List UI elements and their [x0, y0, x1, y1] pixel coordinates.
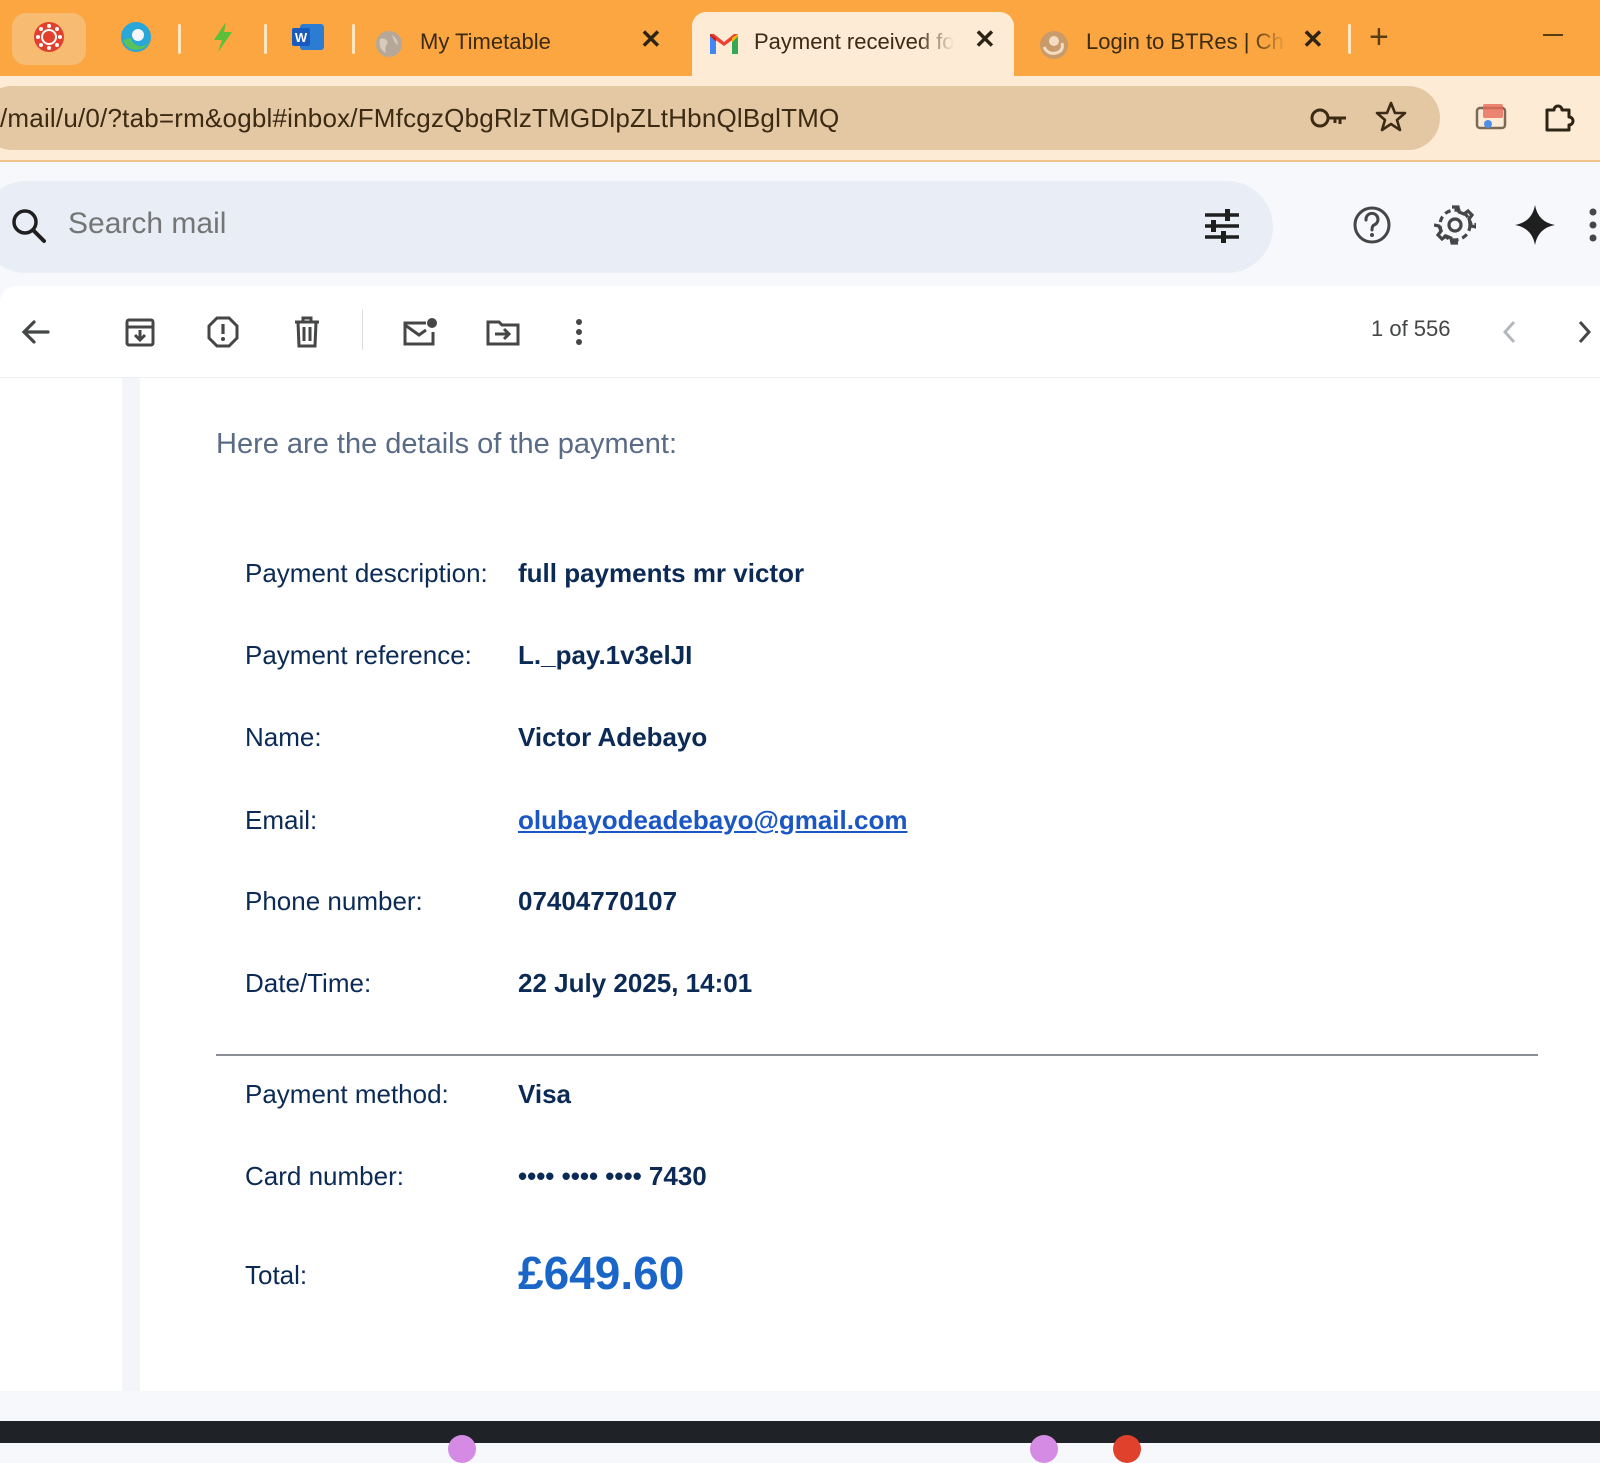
detail-value: 07404770107 — [518, 886, 678, 916]
section-divider — [216, 1054, 1538, 1056]
url-text[interactable]: /mail/u/0/?tab=rm&ogbl#inbox/FMfcgzQbgRl… — [0, 103, 839, 134]
browser-toolbar: /mail/u/0/?tab=rm&ogbl#inbox/FMfcgzQbgRl… — [0, 76, 1600, 162]
mark-unread-icon[interactable] — [400, 312, 440, 352]
report-spam-icon[interactable] — [203, 312, 243, 352]
more-apps-icon[interactable] — [1586, 202, 1600, 248]
tab-title: Login to BTRes | Ch — [1086, 29, 1284, 54]
detail-label: Payment description: — [245, 558, 488, 588]
detail-value: Visa — [518, 1079, 572, 1109]
pinned-tab-edge[interactable] — [99, 13, 173, 65]
tab-close-icon[interactable]: ✕ — [640, 24, 662, 55]
detail-value: L._pay.1v3elJI — [518, 640, 693, 670]
back-arrow-icon[interactable] — [16, 312, 56, 352]
address-bar[interactable]: /mail/u/0/?tab=rm&ogbl#inbox/FMfcgzQbgRl… — [0, 86, 1440, 150]
archive-icon[interactable] — [120, 312, 160, 352]
tab-separator — [264, 24, 267, 54]
email-body: Here are the details of the payment: Pay… — [0, 378, 1600, 1391]
green-leaf-icon — [208, 20, 238, 59]
tab-separator — [1348, 24, 1351, 54]
detail-value: full payments mr victor — [518, 558, 805, 588]
tab-separator — [352, 24, 355, 54]
taskbar-app-icon[interactable] — [448, 1435, 476, 1463]
tab-close-icon[interactable]: ✕ — [1302, 24, 1324, 55]
newer-chevron-icon[interactable] — [1490, 312, 1530, 352]
detail-value: Victor Adebayo — [518, 722, 708, 752]
pinned-tab-green[interactable] — [186, 13, 260, 65]
detail-value: •••• •••• •••• 7430 — [518, 1161, 707, 1191]
toolbar-divider — [362, 310, 363, 350]
more-options-icon[interactable] — [559, 312, 599, 352]
pagination-count: 1 of 556 — [1371, 316, 1451, 341]
tab-title: My Timetable — [420, 29, 551, 54]
message-toolbar: 1 of 556 — [0, 286, 1600, 378]
detail-label: Card number: — [245, 1161, 404, 1191]
minimize-button[interactable] — [1543, 34, 1563, 36]
taskbar-app-icon[interactable] — [1113, 1435, 1141, 1463]
payment-intro-text: Here are the details of the payment: — [216, 428, 678, 460]
tab-login-btres[interactable]: Login to BTRes | Ch ✕ — [1024, 12, 1346, 76]
search-bar[interactable] — [0, 181, 1273, 273]
globe-icon — [374, 29, 404, 65]
site-swirl-icon — [1038, 29, 1070, 67]
cast-icon[interactable] — [1474, 102, 1508, 134]
bookmark-star-icon[interactable] — [1374, 100, 1408, 134]
settings-gear-icon[interactable] — [1432, 202, 1478, 248]
search-options-icon[interactable] — [1203, 207, 1241, 245]
detail-label: Date/Time: — [245, 968, 372, 998]
detail-label: Name: — [245, 722, 322, 752]
search-icon[interactable] — [10, 207, 48, 245]
detail-value: 22 July 2025, 14:01 — [518, 968, 753, 998]
taskbar-app-icon[interactable] — [1030, 1435, 1058, 1463]
tab-payment-received[interactable]: Payment received fo ✕ — [692, 12, 1014, 76]
email-link[interactable]: olubayodeadebayo@gmail.com — [518, 805, 907, 836]
email-left-rail — [122, 378, 140, 1391]
extensions-icon[interactable] — [1541, 100, 1575, 134]
gmail-icon — [708, 32, 740, 62]
tab-title: Payment received fo — [754, 29, 954, 54]
new-tab-button[interactable]: + — [1369, 18, 1389, 57]
edge-icon — [119, 20, 153, 59]
tab-my-timetable[interactable]: My Timetable ✕ — [362, 12, 682, 76]
gemini-sparkle-icon[interactable] — [1512, 202, 1558, 248]
total-label: Total: — [245, 1260, 308, 1290]
help-icon[interactable] — [1349, 202, 1395, 248]
detail-label: Payment reference: — [245, 640, 472, 670]
svg-text:W: W — [295, 30, 308, 45]
password-key-icon[interactable] — [1310, 102, 1348, 134]
detail-label: Email: — [245, 805, 318, 835]
delete-trash-icon[interactable] — [287, 312, 327, 352]
browser-tab-strip: W My Timetable ✕ Payment received fo ✕ L… — [0, 0, 1600, 76]
word-icon: W — [292, 22, 326, 57]
gmail-header — [0, 164, 1600, 284]
older-chevron-icon[interactable] — [1564, 312, 1600, 352]
canvas-icon — [32, 20, 66, 59]
tab-separator — [178, 24, 181, 54]
pinned-tab-word[interactable]: W — [272, 13, 346, 65]
pinned-tab-canvas[interactable] — [12, 13, 86, 65]
detail-label: Phone number: — [245, 886, 423, 916]
tab-close-icon[interactable]: ✕ — [974, 24, 996, 55]
total-amount: £649.60 — [518, 1247, 685, 1299]
move-to-folder-icon[interactable] — [483, 312, 523, 352]
detail-label: Payment method: — [245, 1079, 449, 1109]
os-taskbar — [0, 1421, 1600, 1463]
search-input[interactable] — [68, 207, 1068, 241]
